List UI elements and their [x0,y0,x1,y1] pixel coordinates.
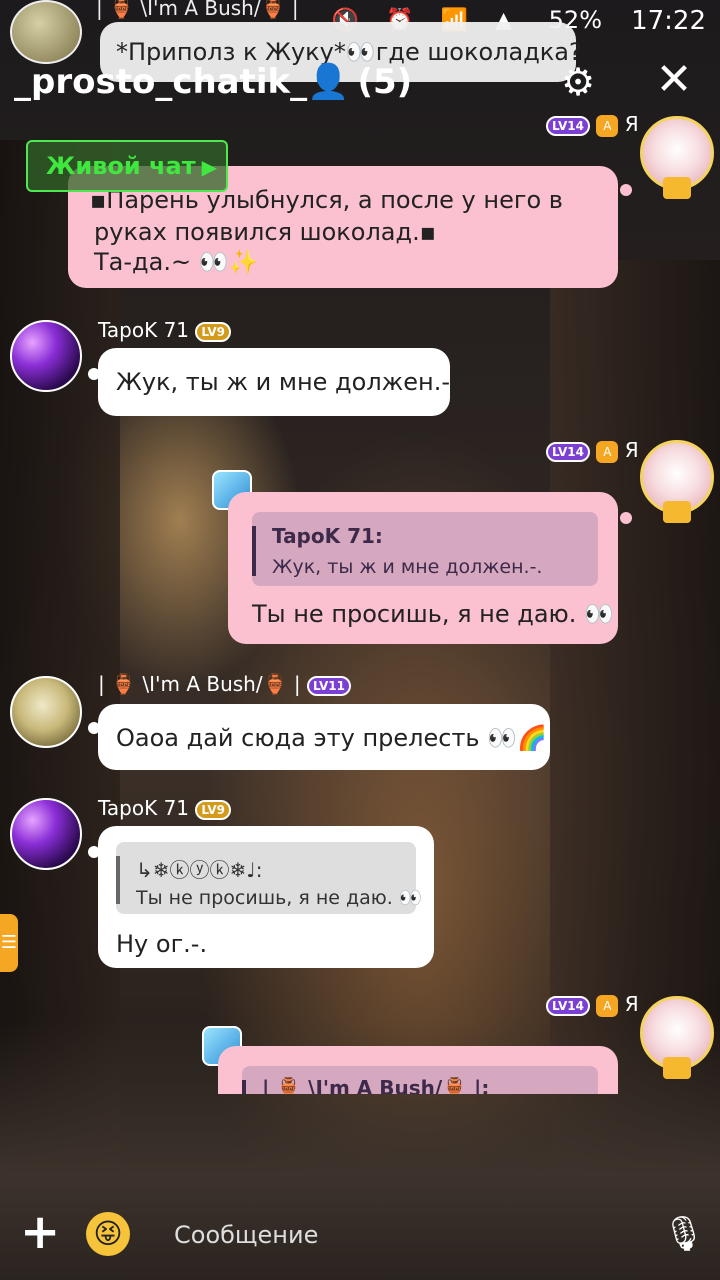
message-header-me: LV14 A Я [546,438,639,463]
chat-title: _prosto_chatik_👤 (5) [14,62,412,102]
avatar-me[interactable] [640,996,714,1079]
message-author: TapoK 71 [98,318,190,342]
rank-icon: A [596,440,619,463]
message-bubble[interactable]: TapoK 71: Жук, ты ж и мне должен.-. Ты н… [228,492,618,644]
message-author: Я [624,992,639,1016]
top-message-author: | 🏺 \I'm A Bush/🏺 | [96,0,299,20]
quote-author: ↳❄ⓚⓨⓚ❄♩: [136,858,263,882]
avatar-bush[interactable] [10,676,82,748]
quote-bar [242,1080,246,1094]
bubble-tail [620,512,632,524]
message-text: Жук, ты ж и мне должен.-. [116,368,458,396]
quoted-message[interactable]: ↳❄ⓚⓨⓚ❄♩: Ты не просишь, я не даю. 👀 [116,842,423,914]
message-bubble[interactable]: | 🏺 \I'm A Bush/🏺 |: [218,1046,618,1094]
plus-icon[interactable]: + [20,1208,60,1256]
avatar-me[interactable] [640,116,714,199]
gear-icon[interactable]: ⚙ [558,62,598,102]
quote-bar [116,856,120,904]
message-text: Оаоа дай сюда эту прелесть 👀🌈 [116,724,547,752]
clock: 17:22 [631,6,706,36]
level-badge: LV9 [195,321,232,342]
message-line: Та-да.~ 👀✨ [94,248,259,276]
avatar-tapok[interactable] [10,320,82,392]
bubble-tail [620,184,632,196]
message-header-tapok: TapoK 71 LV9 [98,796,232,820]
message-text: Ты не просишь, я не даю. 👀 [252,600,614,628]
live-chat-button[interactable]: Живой чат ▶ [26,140,228,192]
avatar-tapok[interactable] [10,798,82,870]
message-author: Я [624,438,639,462]
level-badge: LV11 [306,675,351,696]
quote-author: | 🏺 \I'm A Bush/🏺 |: [262,1076,490,1094]
quote-text: Жук, ты ж и мне должен.-. [272,556,543,578]
chat-title-text: _prosto_chatik_ [14,62,308,102]
rank-icon: A [596,994,619,1017]
crown-icon [663,501,691,523]
quote-author: TapoK 71: [272,524,383,548]
quoted-message[interactable]: TapoK 71: Жук, ты ж и мне должен.-. [252,512,598,586]
avatar-me[interactable] [640,440,714,523]
message-bubble[interactable]: Оаоа дай сюда эту прелесть 👀🌈 [98,704,550,770]
menu-icon[interactable]: ☰ [0,914,18,972]
message-author: Я [624,112,639,136]
level-badge: LV14 [546,115,590,136]
message-text: Ну ог.-. [116,930,208,958]
quote-bar [252,526,256,576]
avatar-bush-top[interactable] [10,0,82,64]
rank-icon: A [596,114,619,137]
level-badge: LV9 [195,799,232,820]
message-line: руках появился шоколад.▪ [94,218,436,246]
message-header-me: LV14 A Я [546,112,639,137]
message-bubble[interactable]: ↳❄ⓚⓨⓚ❄♩: Ты не просишь, я не даю. 👀 Ну о… [98,826,434,968]
message-header-tapok: TapoK 71 LV9 [98,318,232,342]
member-count: (5) [357,62,413,102]
emoji-icon[interactable]: 😝 [86,1212,130,1256]
message-input[interactable] [150,1208,626,1262]
close-icon[interactable]: ✕ [654,58,694,102]
microphone-icon[interactable]: 🎙 [662,1212,705,1256]
crown-icon [663,177,691,199]
message-header-me: LV14 A Я [546,992,639,1017]
live-chat-label: Живой чат [46,152,196,180]
level-badge: LV14 [546,995,590,1016]
message-author: | 🏺 \I'm A Bush/🏺 | [98,672,301,696]
crown-icon [663,1057,691,1079]
message-bubble[interactable]: Жук, ты ж и мне должен.-. [98,348,458,416]
level-badge: LV14 [546,441,590,462]
chat-title-emoji: 👤 [307,62,350,102]
quoted-message[interactable]: | 🏺 \I'm A Bush/🏺 |: [242,1066,598,1094]
message-author: TapoK 71 [98,796,190,820]
play-arrow-icon: ▶ [201,155,218,179]
quote-text: Ты не просишь, я не даю. 👀 [136,887,423,909]
message-header-bush: | 🏺 \I'm A Bush/🏺 | LV11 [98,672,351,696]
